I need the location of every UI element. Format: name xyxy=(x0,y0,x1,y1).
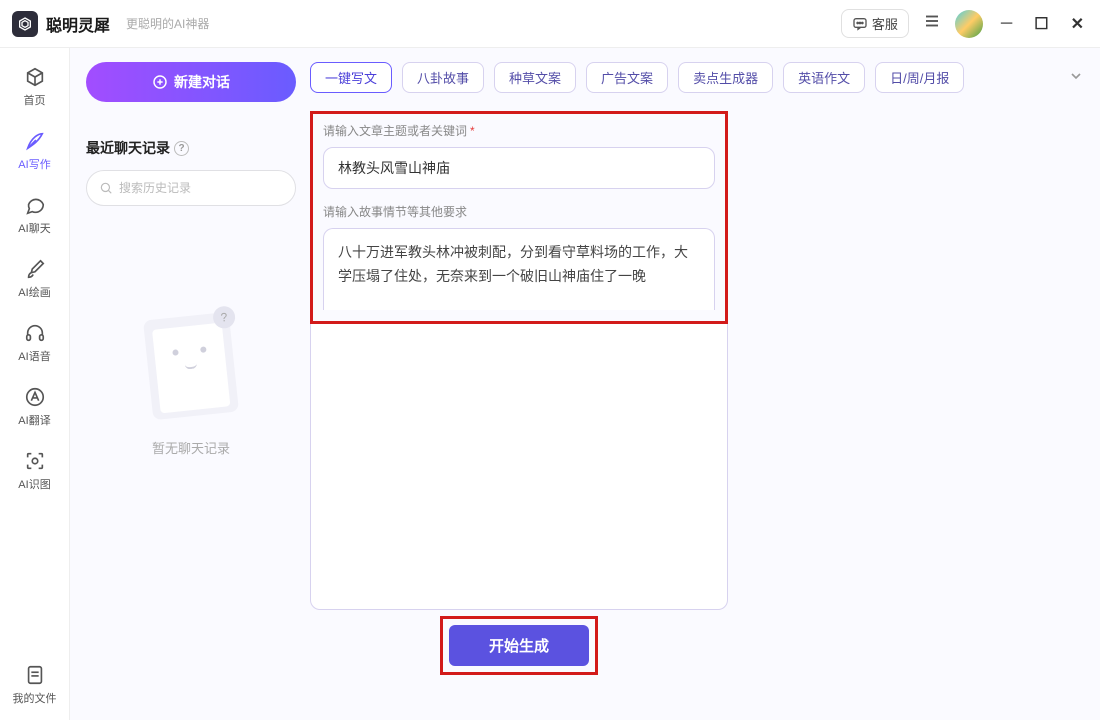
globe-a-icon xyxy=(24,386,46,408)
sidebar-item-files[interactable]: 我的文件 xyxy=(13,664,57,706)
titlebar-left: 聪明灵犀 更聪明的AI神器 xyxy=(12,11,209,37)
details-textarea-wrap xyxy=(323,228,715,313)
empty-illustration: ? xyxy=(143,312,239,420)
sidebar-item-label: AI翻译 xyxy=(18,412,50,428)
sidebar-item-label: AI写作 xyxy=(18,156,50,172)
tag-ad-copy[interactable]: 广告文案 xyxy=(586,62,668,93)
tag-row: 一键写文 八卦故事 种草文案 广告文案 卖点生成器 英语作文 日/周/月报 xyxy=(310,62,1084,93)
history-search[interactable] xyxy=(86,170,296,206)
history-empty-text: 暂无聊天记录 xyxy=(152,438,230,457)
sidebar-item-label: AI语音 xyxy=(18,348,50,364)
app-logo-icon xyxy=(12,11,38,37)
topic-label: 请输入文章主题或者关键词* xyxy=(323,122,715,139)
sidebar-item-chat[interactable]: AI聊天 xyxy=(18,194,50,236)
form-area: 请输入文章主题或者关键词* 请输入故事情节等其他要求 开始生成 xyxy=(310,111,1084,675)
tag-seed-copy[interactable]: 种草文案 xyxy=(494,62,576,93)
headphones-icon xyxy=(24,322,46,344)
details-label: 请输入故事情节等其他要求 xyxy=(323,203,715,220)
sidebar-item-draw[interactable]: AI绘画 xyxy=(18,258,50,300)
tag-onekey-write[interactable]: 一键写文 xyxy=(310,62,392,93)
sidebar-item-label: 首页 xyxy=(24,92,46,108)
sidebar-item-home[interactable]: 首页 xyxy=(24,66,46,108)
sidebar-item-label: AI聊天 xyxy=(18,220,50,236)
generate-button[interactable]: 开始生成 xyxy=(449,625,589,666)
form-left: 请输入文章主题或者关键词* 请输入故事情节等其他要求 开始生成 xyxy=(310,111,728,675)
titlebar: 聪明灵犀 更聪明的AI神器 客服 ─ ☐ ✕ xyxy=(0,0,1100,48)
app-subtitle: 更聪明的AI神器 xyxy=(126,15,209,32)
sidebar-item-label: 我的文件 xyxy=(13,690,57,706)
history-empty-state: ? 暂无聊天记录 xyxy=(86,316,296,706)
sidebar-item-translate[interactable]: AI翻译 xyxy=(18,386,50,428)
history-panel: 新建对话 最近聊天记录 ? ? xyxy=(86,62,296,706)
chat-dots-icon xyxy=(852,16,868,32)
app-title: 聪明灵犀 xyxy=(46,12,110,36)
highlight-box-generate: 开始生成 xyxy=(440,616,598,675)
sidebar-item-write[interactable]: AI写作 xyxy=(18,130,50,172)
generate-row: 开始生成 xyxy=(310,610,728,675)
chat-bubble-icon xyxy=(24,194,46,216)
new-chat-label: 新建对话 xyxy=(174,72,230,92)
feather-icon xyxy=(24,130,46,152)
output-placeholder xyxy=(744,111,1084,675)
highlight-box-inputs: 请输入文章主题或者关键词* 请输入故事情节等其他要求 xyxy=(310,111,728,324)
titlebar-right: 客服 ─ ☐ ✕ xyxy=(841,9,1088,38)
sidebar-item-vision[interactable]: AI识图 xyxy=(18,450,50,492)
editor-panel: 一键写文 八卦故事 种草文案 广告文案 卖点生成器 英语作文 日/周/月报 请输… xyxy=(310,62,1084,706)
sidebar: 首页 AI写作 AI聊天 AI绘画 AI语音 AI翻译 AI识图 我 xyxy=(0,48,70,720)
avatar[interactable] xyxy=(955,10,983,38)
tags-expand-button[interactable] xyxy=(1068,68,1084,87)
new-chat-button[interactable]: 新建对话 xyxy=(86,62,296,102)
history-title: 最近聊天记录 ? xyxy=(86,138,296,158)
search-icon xyxy=(99,181,113,195)
topic-input[interactable] xyxy=(323,147,715,189)
window-close-button[interactable]: ✕ xyxy=(1067,12,1088,36)
sidebar-item-label: AI识图 xyxy=(18,476,50,492)
tag-report[interactable]: 日/周/月报 xyxy=(875,62,964,93)
tag-gossip-story[interactable]: 八卦故事 xyxy=(402,62,484,93)
history-search-input[interactable] xyxy=(119,181,283,195)
app-body: 首页 AI写作 AI聊天 AI绘画 AI语音 AI翻译 AI识图 我 xyxy=(0,48,1100,720)
window-minimize-button[interactable]: ─ xyxy=(997,13,1016,35)
brush-icon xyxy=(24,258,46,280)
customer-service-button[interactable]: 客服 xyxy=(841,9,909,38)
cube-icon xyxy=(24,66,46,88)
tag-selling-points[interactable]: 卖点生成器 xyxy=(678,62,773,93)
history-title-text: 最近聊天记录 xyxy=(86,138,170,158)
details-textarea[interactable] xyxy=(323,228,715,310)
customer-service-label: 客服 xyxy=(872,14,898,33)
content-area: 新建对话 最近聊天记录 ? ? xyxy=(70,48,1100,720)
required-mark: * xyxy=(470,124,475,138)
sidebar-item-voice[interactable]: AI语音 xyxy=(18,322,50,364)
menu-icon[interactable] xyxy=(923,12,941,35)
help-icon[interactable]: ? xyxy=(174,141,189,156)
details-textarea-continuation[interactable] xyxy=(310,324,728,610)
sidebar-item-label: AI绘画 xyxy=(18,284,50,300)
scan-icon xyxy=(24,450,46,472)
window-maximize-button[interactable]: ☐ xyxy=(1030,12,1052,36)
file-icon xyxy=(24,664,46,686)
tag-english-essay[interactable]: 英语作文 xyxy=(783,62,865,93)
plus-circle-icon xyxy=(152,74,168,90)
